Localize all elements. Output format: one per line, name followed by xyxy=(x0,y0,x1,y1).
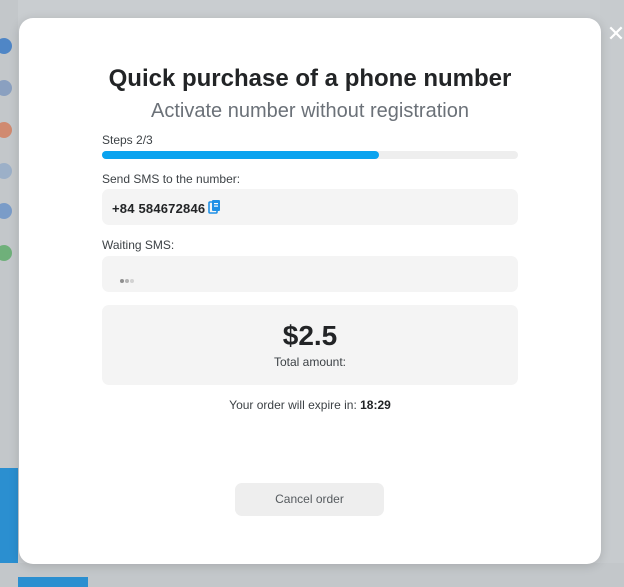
background-social-icon xyxy=(0,163,12,179)
cancel-order-button[interactable]: Cancel order xyxy=(235,483,384,516)
background-left-panel xyxy=(0,468,18,568)
price-summary-box: $2.5 Total amount: xyxy=(102,305,518,385)
quick-purchase-modal: Quick purchase of a phone number Activat… xyxy=(19,18,601,564)
background-social-icon xyxy=(0,245,12,261)
background-right-content xyxy=(600,0,624,587)
waiting-sms-label: Waiting SMS: xyxy=(102,238,175,252)
modal-title: Quick purchase of a phone number xyxy=(108,65,512,92)
expire-notice: Your order will expire in: 18:29 xyxy=(19,398,601,412)
steps-progress-bar xyxy=(102,151,518,159)
copy-icon[interactable] xyxy=(208,199,222,215)
background-social-icon xyxy=(0,80,12,96)
background-social-icon xyxy=(0,38,12,54)
expire-label: Your order will expire in: xyxy=(229,398,361,412)
close-icon[interactable]: ✕ xyxy=(606,22,624,46)
steps-label: Steps 2/3 xyxy=(102,133,153,147)
modal-subtitle: Activate number without registration xyxy=(151,100,469,122)
waiting-sms-field xyxy=(102,256,518,292)
background-social-icon xyxy=(0,203,12,219)
background-button xyxy=(18,577,88,587)
loading-dots-icon xyxy=(120,270,135,288)
expire-timer: 18:29 xyxy=(360,398,391,412)
phone-number: +84 584672846 xyxy=(112,201,206,216)
total-amount-label: Total amount: xyxy=(273,355,347,369)
price-value: $2.5 xyxy=(282,320,338,351)
background-social-icon xyxy=(0,122,12,138)
send-sms-label: Send SMS to the number: xyxy=(102,172,241,186)
steps-progress-fill xyxy=(102,151,379,159)
background-footer xyxy=(0,563,624,587)
phone-number-field: +84 584672846 xyxy=(102,189,518,225)
